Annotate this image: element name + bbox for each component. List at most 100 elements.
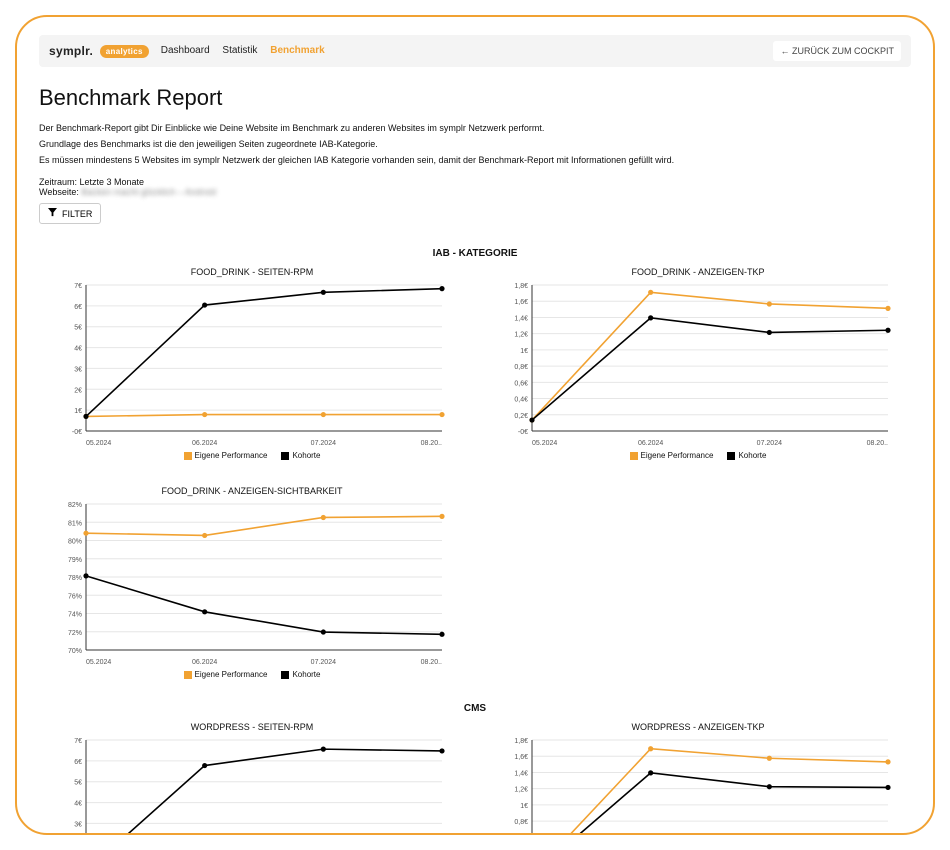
svg-text:1,4€: 1,4€ <box>514 315 528 322</box>
svg-text:3€: 3€ <box>74 821 82 828</box>
chart-iab-tkp: -0€0,2€0,4€0,6€0,8€1€1,2€1,4€1,6€1,8€05.… <box>485 279 911 449</box>
svg-text:07.2024: 07.2024 <box>311 659 336 666</box>
svg-text:1,8€: 1,8€ <box>514 738 528 745</box>
nav-item-statistik[interactable]: Statistik <box>222 45 257 56</box>
chart-title: WORDPRESS - SEITEN-RPM <box>39 722 465 732</box>
legend-swatch-cohort <box>727 452 735 460</box>
logo: symplr. analytics <box>49 44 149 58</box>
chart-cms-tkp: -0€0,2€0,4€0,6€0,8€1€1,2€1,4€1,6€1,8€05.… <box>485 734 911 835</box>
chart-legend: Eigene Performance Kohorte <box>39 451 465 460</box>
back-label: ZURÜCK ZUM COCKPIT <box>792 46 894 56</box>
page-title: Benchmark Report <box>39 85 911 111</box>
legend-swatch-cohort <box>281 671 289 679</box>
svg-text:74%: 74% <box>68 612 82 619</box>
chart-title: FOOD_DRINK - SEITEN-RPM <box>39 267 465 277</box>
legend-swatch-own <box>184 671 192 679</box>
filter-label: FILTER <box>62 209 92 219</box>
svg-text:-0€: -0€ <box>518 429 528 436</box>
logo-text: symplr. <box>49 44 93 58</box>
brand-and-nav: symplr. analytics Dashboard Statistik Be… <box>49 44 335 58</box>
legend-swatch-own <box>630 452 638 460</box>
logo-sub: analytics <box>100 45 149 58</box>
legend-cohort-label: Kohorte <box>738 451 766 460</box>
svg-text:2€: 2€ <box>74 387 82 394</box>
filter-icon <box>48 208 57 219</box>
svg-text:76%: 76% <box>68 593 82 600</box>
svg-text:72%: 72% <box>68 630 82 637</box>
svg-text:1,6€: 1,6€ <box>514 754 528 761</box>
chart-legend: Eigene Performance Kohorte <box>485 451 911 460</box>
legend-swatch-cohort <box>281 452 289 460</box>
chart-iab-rpm: -0€1€2€3€4€5€6€7€05.202406.202407.202408… <box>39 279 465 449</box>
svg-text:1,8€: 1,8€ <box>514 283 528 290</box>
svg-text:79%: 79% <box>68 557 82 564</box>
chart-cms-tkp-wrap: WORDPRESS - ANZEIGEN-TKP -0€0,2€0,4€0,6€… <box>485 716 911 835</box>
arrow-left-icon: ← <box>780 46 789 56</box>
svg-text:06.2024: 06.2024 <box>192 659 217 666</box>
svg-text:07.2024: 07.2024 <box>311 440 336 447</box>
nav-links: Dashboard Statistik Benchmark <box>161 45 335 56</box>
legend-swatch-own <box>184 452 192 460</box>
svg-text:1€: 1€ <box>520 348 528 355</box>
svg-text:07.2024: 07.2024 <box>757 440 782 447</box>
svg-text:7€: 7€ <box>74 738 82 745</box>
svg-text:05.2024: 05.2024 <box>86 659 111 666</box>
chart-title: WORDPRESS - ANZEIGEN-TKP <box>485 722 911 732</box>
svg-text:1,2€: 1,2€ <box>514 787 528 794</box>
svg-text:08.20..: 08.20.. <box>421 659 442 666</box>
svg-text:4€: 4€ <box>74 346 82 353</box>
intro-p3: Es müssen mindestens 5 Websites im sympl… <box>39 155 911 165</box>
chart-cms-rpm-wrap: WORDPRESS - SEITEN-RPM -0€1€2€3€4€5€6€7€… <box>39 716 465 835</box>
svg-text:6€: 6€ <box>74 759 82 766</box>
legend-own-label: Eigene Performance <box>641 451 714 460</box>
svg-text:08.20..: 08.20.. <box>867 440 888 447</box>
svg-text:82%: 82% <box>68 502 82 509</box>
chart-cms-rpm: -0€1€2€3€4€5€6€7€05.202406.202407.202408… <box>39 734 465 835</box>
chart-iab-tkp-wrap: FOOD_DRINK - ANZEIGEN-TKP -0€0,2€0,4€0,6… <box>485 261 911 460</box>
svg-text:1,2€: 1,2€ <box>514 332 528 339</box>
svg-text:0,6€: 0,6€ <box>514 380 528 387</box>
cms-chart-grid: WORDPRESS - SEITEN-RPM -0€1€2€3€4€5€6€7€… <box>39 716 911 835</box>
chart-iab-rpm-wrap: FOOD_DRINK - SEITEN-RPM -0€1€2€3€4€5€6€7… <box>39 261 465 460</box>
meta-site-label: Webseite: <box>39 187 79 197</box>
iab-chart-grid: FOOD_DRINK - SEITEN-RPM -0€1€2€3€4€5€6€7… <box>39 261 911 679</box>
svg-text:3€: 3€ <box>74 366 82 373</box>
topbar: symplr. analytics Dashboard Statistik Be… <box>39 35 911 67</box>
legend-own-label: Eigene Performance <box>195 451 268 460</box>
svg-text:81%: 81% <box>68 520 82 527</box>
chart-legend: Eigene Performance Kohorte <box>39 670 465 679</box>
svg-text:05.2024: 05.2024 <box>532 440 557 447</box>
legend-cohort-label: Kohorte <box>292 670 320 679</box>
chart-iab-sicht: 70%72%74%76%78%79%80%81%82%05.202406.202… <box>39 498 465 668</box>
svg-text:1€: 1€ <box>74 408 82 415</box>
svg-text:-0€: -0€ <box>72 429 82 436</box>
svg-text:6€: 6€ <box>74 304 82 311</box>
svg-text:06.2024: 06.2024 <box>638 440 663 447</box>
section-iab-title: IAB - KATEGORIE <box>39 248 911 259</box>
svg-text:1,4€: 1,4€ <box>514 770 528 777</box>
meta-timeframe: Zeitraum: Letzte 3 Monate <box>39 177 911 187</box>
intro-p1: Der Benchmark-Report gibt Dir Einblicke … <box>39 123 911 133</box>
svg-text:06.2024: 06.2024 <box>192 440 217 447</box>
svg-text:0,8€: 0,8€ <box>514 364 528 371</box>
section-cms-title: CMS <box>39 703 911 714</box>
filter-button[interactable]: FILTER <box>39 203 101 224</box>
svg-text:1€: 1€ <box>520 803 528 810</box>
meta-site-value: Backen macht glücklich – Android <box>81 187 216 197</box>
nav-item-benchmark[interactable]: Benchmark <box>270 45 324 56</box>
nav-item-dashboard[interactable]: Dashboard <box>161 45 210 56</box>
chart-title: FOOD_DRINK - ANZEIGEN-SICHTBARKEIT <box>39 486 465 496</box>
chart-title: FOOD_DRINK - ANZEIGEN-TKP <box>485 267 911 277</box>
svg-text:80%: 80% <box>68 539 82 546</box>
svg-text:70%: 70% <box>68 648 82 655</box>
legend-cohort-label: Kohorte <box>292 451 320 460</box>
svg-text:7€: 7€ <box>74 283 82 290</box>
svg-text:1,6€: 1,6€ <box>514 299 528 306</box>
back-to-cockpit-button[interactable]: ← ZURÜCK ZUM COCKPIT <box>773 41 901 61</box>
report-meta: Zeitraum: Letzte 3 Monate Webseite: Back… <box>39 177 911 197</box>
svg-text:05.2024: 05.2024 <box>86 440 111 447</box>
svg-text:0,8€: 0,8€ <box>514 819 528 826</box>
svg-text:4€: 4€ <box>74 801 82 808</box>
svg-text:5€: 5€ <box>74 780 82 787</box>
svg-text:0,4€: 0,4€ <box>514 397 528 404</box>
